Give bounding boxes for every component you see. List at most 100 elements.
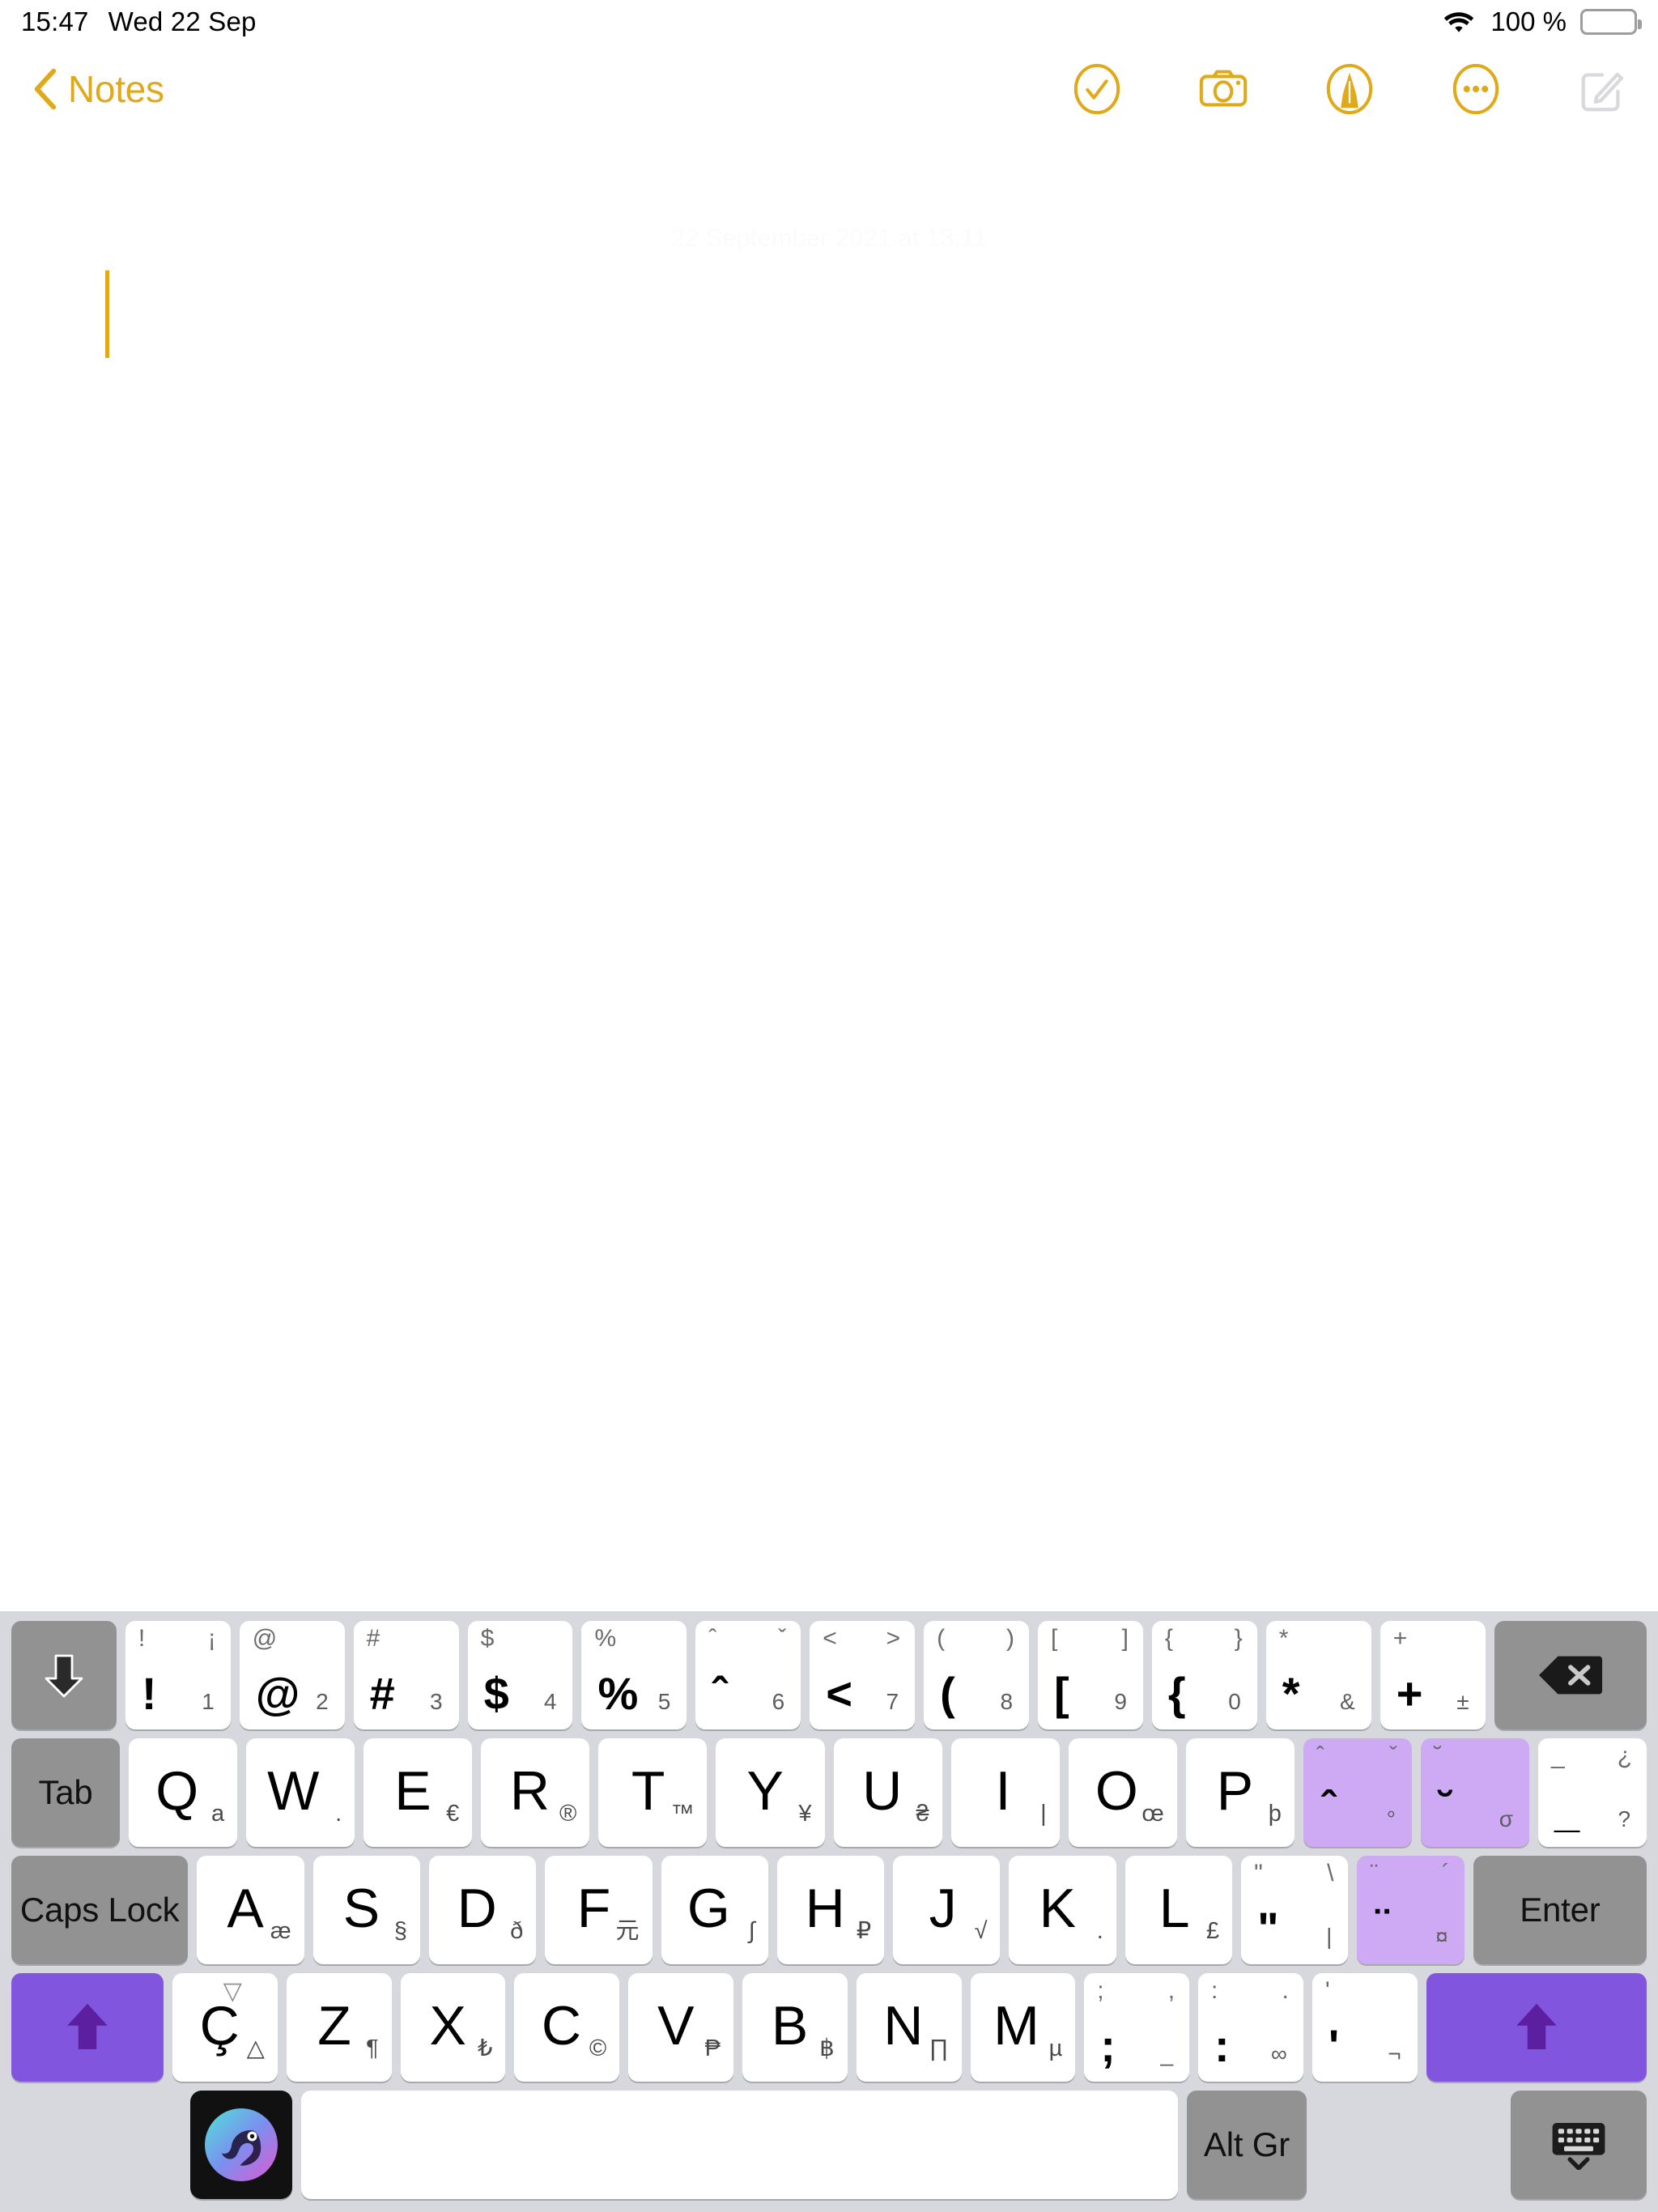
key-cedilla-c[interactable]: ▽ Ç △ (172, 1973, 278, 2082)
key-sub: æ (270, 1918, 291, 1944)
compose-icon[interactable] (1575, 62, 1629, 116)
shift-left-key[interactable] (11, 1973, 164, 2082)
arrow-down-icon (45, 1654, 83, 1698)
key-y[interactable]: Y ¥ (716, 1738, 825, 1847)
key-h[interactable]: H ₽ (776, 1856, 885, 1964)
alt-gr-key[interactable]: Alt Gr (1187, 2091, 1307, 2199)
input-method-switch-key[interactable] (190, 2091, 292, 2199)
key-8[interactable]: ( ) ( 8 (924, 1621, 1030, 1729)
key-plus[interactable]: + + ± (1380, 1621, 1486, 1729)
chameleon-gboard-icon (205, 2108, 278, 2181)
key-underscore[interactable]: _ ¿ _ ? (1538, 1738, 1647, 1847)
key-4[interactable]: $ $ 4 (467, 1621, 573, 1729)
key-x[interactable]: X ₺ (400, 1973, 506, 2082)
caps-lock-key[interactable]: Caps Lock (11, 1856, 189, 1964)
key-top-left: < (823, 1625, 837, 1652)
key-l[interactable]: L £ (1124, 1856, 1233, 1964)
enter-key[interactable]: Enter (1473, 1856, 1647, 1964)
text-caret (105, 270, 109, 358)
backspace-key[interactable] (1494, 1621, 1647, 1729)
key-sub: & (1340, 1689, 1355, 1714)
key-main: [ (1054, 1668, 1069, 1719)
key-u[interactable]: U ₴ (833, 1738, 942, 1847)
note-date-stamp: 22 September 2021 at 13:11 (670, 223, 988, 252)
key-6[interactable]: ˆ ˇ ˆ 6 (695, 1621, 801, 1729)
key-d[interactable]: D ð (428, 1856, 537, 1964)
key-letter: X (429, 1995, 466, 2057)
shift-right-key[interactable] (1426, 1973, 1647, 2082)
key-dead-breve[interactable]: ˘ ˘ σ (1420, 1738, 1530, 1847)
key-main: { (1167, 1668, 1186, 1719)
backspace-icon (1538, 1656, 1602, 1695)
key-a[interactable]: A æ (197, 1856, 304, 1964)
key-r[interactable]: R ® (481, 1738, 590, 1847)
key-sub: ₽ (856, 1918, 872, 1944)
tab-key[interactable]: Tab (11, 1738, 121, 1847)
key-sub: ð (510, 1918, 524, 1944)
key-k[interactable]: K . (1009, 1856, 1116, 1964)
key-letter: T (631, 1760, 665, 1822)
key-1[interactable]: ! ¡ ! 1 (125, 1621, 231, 1729)
key-sub: . (335, 1801, 342, 1827)
battery-full-icon (1580, 9, 1642, 35)
collapse-key[interactable] (11, 1621, 117, 1729)
key-t[interactable]: T ™ (598, 1738, 708, 1847)
key-3[interactable]: # # 3 (353, 1621, 459, 1729)
key-j[interactable]: J √ (893, 1856, 1001, 1964)
key-main: ( (940, 1668, 955, 1719)
key-i[interactable]: I | (950, 1738, 1060, 1847)
key-letter: C (541, 1995, 582, 2057)
key-quote[interactable]: " \ " | (1241, 1856, 1349, 1964)
camera-icon[interactable] (1197, 62, 1250, 116)
key-dead-circumflex[interactable]: ˆ ˇ ˆ ° (1303, 1738, 1412, 1847)
key-main: _ (1554, 1785, 1580, 1836)
key-f[interactable]: F 元 (545, 1856, 653, 1964)
key-n[interactable]: N ∏ (856, 1973, 962, 2082)
key-sub: ¶ (366, 2035, 379, 2061)
key-sub: þ (1268, 1801, 1282, 1827)
key-letter: A (227, 1878, 264, 1939)
note-editor[interactable]: 22 September 2021 at 13:11 (0, 104, 1658, 1618)
key-g[interactable]: G ∫ (661, 1856, 768, 1964)
key-c[interactable]: C © (514, 1973, 620, 2082)
key-semicolon[interactable]: ; , ; _ (1084, 1973, 1190, 2082)
key-top-left: + (1392, 1625, 1408, 1652)
key-m[interactable]: M µ (970, 1973, 1076, 2082)
key-top-left: % (594, 1625, 617, 1652)
key-sub: © (589, 2035, 607, 2061)
key-sub: ∞ (1270, 2041, 1287, 2066)
key-b[interactable]: B ฿ (742, 1973, 848, 2082)
key-o[interactable]: O œ (1068, 1738, 1177, 1847)
key-top-right: ) (1006, 1625, 1015, 1652)
key-e[interactable]: E € (363, 1738, 473, 1847)
back-to-notes-button[interactable]: Notes (32, 67, 164, 111)
key-q[interactable]: Q a (129, 1738, 238, 1847)
key-7[interactable]: < > < 7 (810, 1621, 916, 1729)
space-key[interactable] (301, 2091, 1178, 2199)
key-z[interactable]: Z ¶ (286, 1973, 392, 2082)
key-0[interactable]: { } { 0 (1151, 1621, 1257, 1729)
key-apostrophe[interactable]: ' ' ¬ (1312, 1973, 1418, 2082)
keyboard-dismiss-key[interactable] (1511, 2091, 1647, 2199)
more-circle-icon[interactable] (1449, 62, 1503, 116)
key-letter: O (1095, 1760, 1138, 1822)
key-v[interactable]: V ₱ (628, 1973, 733, 2082)
key-colon[interactable]: : . : ∞ (1198, 1973, 1303, 2082)
key-p[interactable]: P þ (1185, 1738, 1295, 1847)
checklist-circle-icon[interactable] (1070, 62, 1124, 116)
key-dead-diaeresis[interactable]: ¨ ´ ¨ ¤ (1357, 1856, 1465, 1964)
markup-pen-circle-icon[interactable] (1323, 62, 1376, 116)
key-s[interactable]: S § (312, 1856, 420, 1964)
key-sub: ¥ (798, 1801, 812, 1827)
key-letter: F (576, 1878, 611, 1939)
key-letter: I (995, 1760, 1011, 1822)
key-w[interactable]: W . (246, 1738, 355, 1847)
key-2[interactable]: @ @ 2 (239, 1621, 345, 1729)
key-top-right: > (886, 1625, 901, 1652)
key-9[interactable]: [ ] [ 9 (1038, 1621, 1143, 1729)
key-letter: J (929, 1878, 957, 1939)
key-asterisk[interactable]: * * & (1265, 1621, 1371, 1729)
key-sub: ? (1618, 1806, 1631, 1831)
key-top-left: $ (480, 1625, 495, 1652)
key-5[interactable]: % % 5 (581, 1621, 687, 1729)
